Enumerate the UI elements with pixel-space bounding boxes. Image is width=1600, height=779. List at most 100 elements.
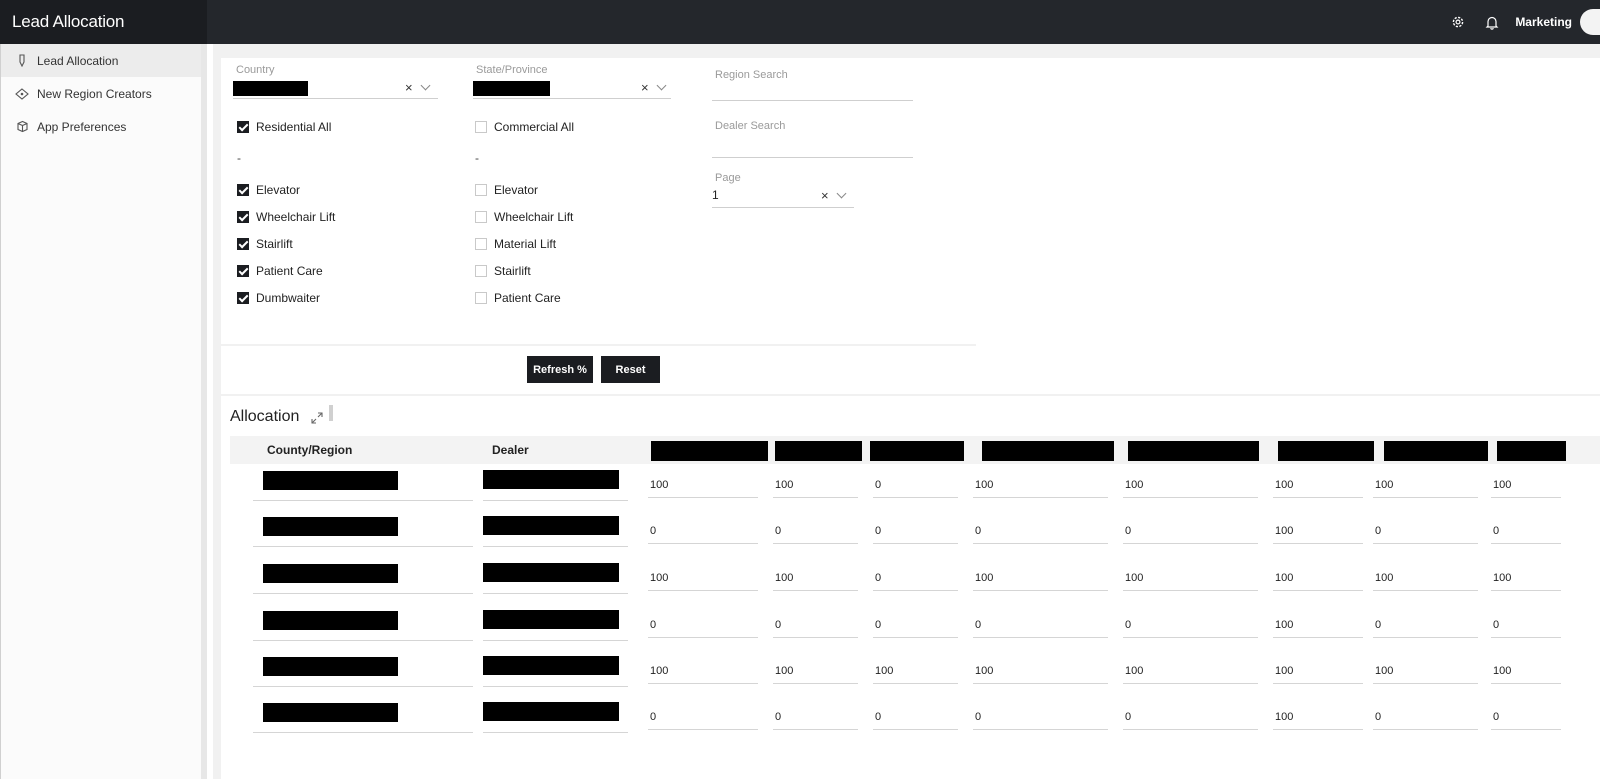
residential-stairlift-checkbox[interactable]: Stairlift bbox=[237, 237, 293, 251]
allocation-input[interactable]: 0 bbox=[1491, 700, 1561, 730]
country-select[interactable]: Country × bbox=[233, 64, 438, 99]
allocation-input[interactable]: 100 bbox=[973, 561, 1108, 591]
checkbox[interactable] bbox=[475, 184, 487, 196]
allocation-input[interactable]: 0 bbox=[1491, 608, 1561, 638]
close-icon[interactable]: × bbox=[641, 80, 649, 95]
region-cell[interactable] bbox=[253, 559, 473, 594]
checkbox[interactable] bbox=[475, 121, 487, 133]
column-header-dealer[interactable]: Dealer bbox=[492, 436, 529, 464]
chevron-down-icon[interactable] bbox=[836, 188, 847, 199]
close-icon[interactable]: × bbox=[405, 80, 413, 95]
column-header-redacted[interactable] bbox=[1384, 441, 1488, 461]
allocation-input[interactable]: 100 bbox=[1123, 654, 1258, 684]
allocation-input[interactable]: 0 bbox=[648, 514, 758, 544]
commercial-all-checkbox[interactable]: Commercial All bbox=[475, 120, 574, 134]
dealer-cell[interactable] bbox=[483, 559, 628, 594]
commercial-elevator-checkbox[interactable]: Elevator bbox=[475, 183, 538, 197]
checkbox[interactable] bbox=[237, 265, 249, 277]
region-search-input[interactable]: Region Search bbox=[712, 68, 913, 101]
allocation-input[interactable]: 0 bbox=[1123, 608, 1258, 638]
avatar[interactable] bbox=[1580, 9, 1600, 35]
commercial-stairlift-checkbox[interactable]: Stairlift bbox=[475, 264, 531, 278]
residential-elevator-checkbox[interactable]: Elevator bbox=[237, 183, 300, 197]
allocation-input[interactable]: 100 bbox=[1373, 654, 1478, 684]
region-cell[interactable] bbox=[253, 606, 473, 641]
residential-wheelchair-lift-checkbox[interactable]: Wheelchair Lift bbox=[237, 210, 335, 224]
allocation-input[interactable]: 100 bbox=[1273, 654, 1363, 684]
allocation-input[interactable]: 100 bbox=[1491, 561, 1561, 591]
residential-all-checkbox[interactable]: Residential All bbox=[237, 120, 331, 134]
commercial-patient-care-checkbox[interactable]: Patient Care bbox=[475, 291, 561, 305]
column-header-redacted[interactable] bbox=[1278, 441, 1374, 461]
column-header-redacted[interactable] bbox=[651, 441, 768, 461]
allocation-input[interactable]: 0 bbox=[648, 700, 758, 730]
user-name[interactable]: Marketing bbox=[1515, 15, 1572, 29]
resize-handle[interactable] bbox=[329, 405, 334, 421]
allocation-input[interactable]: 0 bbox=[1373, 608, 1478, 638]
allocation-input[interactable]: 100 bbox=[1273, 608, 1363, 638]
dealer-cell[interactable] bbox=[483, 466, 628, 501]
checkbox[interactable] bbox=[475, 211, 487, 223]
allocation-input[interactable]: 100 bbox=[773, 468, 858, 498]
checkbox[interactable] bbox=[475, 292, 487, 304]
allocation-input[interactable]: 100 bbox=[1123, 561, 1258, 591]
column-header-redacted[interactable] bbox=[775, 441, 862, 461]
column-header-region[interactable]: County/Region bbox=[267, 436, 352, 464]
allocation-input[interactable]: 0 bbox=[973, 514, 1108, 544]
bell-icon[interactable] bbox=[1475, 0, 1509, 44]
checkbox[interactable] bbox=[237, 292, 249, 304]
dealer-cell[interactable] bbox=[483, 698, 628, 733]
region-cell[interactable] bbox=[253, 698, 473, 733]
allocation-input[interactable]: 0 bbox=[773, 514, 858, 544]
region-cell[interactable] bbox=[253, 512, 473, 547]
allocation-input[interactable]: 0 bbox=[873, 561, 958, 591]
allocation-input[interactable]: 0 bbox=[1491, 514, 1561, 544]
dealer-search-input[interactable]: Dealer Search bbox=[712, 119, 913, 158]
allocation-input[interactable]: 100 bbox=[1123, 468, 1258, 498]
allocation-input[interactable]: 0 bbox=[873, 700, 958, 730]
allocation-input[interactable]: 100 bbox=[773, 654, 858, 684]
checkbox[interactable] bbox=[237, 184, 249, 196]
reset-button[interactable]: Reset bbox=[601, 356, 660, 383]
allocation-input[interactable]: 100 bbox=[873, 654, 958, 684]
sidebar-item-lead-allocation[interactable]: Lead Allocation bbox=[1, 44, 201, 77]
allocation-input[interactable]: 100 bbox=[1273, 561, 1363, 591]
allocation-input[interactable]: 100 bbox=[648, 468, 758, 498]
allocation-input[interactable]: 100 bbox=[1273, 700, 1363, 730]
allocation-input[interactable]: 100 bbox=[773, 561, 858, 591]
expand-icon[interactable] bbox=[311, 411, 323, 424]
allocation-input[interactable]: 100 bbox=[1273, 514, 1363, 544]
gear-icon[interactable] bbox=[1441, 0, 1475, 44]
allocation-input[interactable]: 0 bbox=[873, 468, 958, 498]
allocation-input[interactable]: 100 bbox=[973, 654, 1108, 684]
residential-dumbwaiter-checkbox[interactable]: Dumbwaiter bbox=[237, 291, 320, 305]
allocation-input[interactable]: 0 bbox=[773, 608, 858, 638]
checkbox[interactable] bbox=[475, 238, 487, 250]
allocation-input[interactable]: 0 bbox=[1373, 514, 1478, 544]
region-cell[interactable] bbox=[253, 466, 473, 501]
allocation-input[interactable]: 0 bbox=[1123, 700, 1258, 730]
allocation-input[interactable]: 100 bbox=[1273, 468, 1363, 498]
commercial-wheelchair-lift-checkbox[interactable]: Wheelchair Lift bbox=[475, 210, 573, 224]
column-header-redacted[interactable] bbox=[982, 441, 1114, 461]
allocation-input[interactable]: 0 bbox=[1123, 514, 1258, 544]
column-header-redacted[interactable] bbox=[1497, 441, 1566, 461]
chevron-down-icon[interactable] bbox=[420, 80, 431, 91]
allocation-input[interactable]: 100 bbox=[1373, 561, 1478, 591]
state-select[interactable]: State/Province × bbox=[473, 64, 671, 99]
allocation-input[interactable]: 0 bbox=[973, 700, 1108, 730]
allocation-input[interactable]: 0 bbox=[973, 608, 1108, 638]
allocation-input[interactable]: 100 bbox=[973, 468, 1108, 498]
checkbox[interactable] bbox=[237, 238, 249, 250]
allocation-input[interactable]: 100 bbox=[1491, 468, 1561, 498]
sidebar-item-app-preferences[interactable]: App Preferences bbox=[1, 110, 201, 143]
column-header-redacted[interactable] bbox=[1128, 441, 1259, 461]
allocation-input[interactable]: 0 bbox=[873, 608, 958, 638]
allocation-input[interactable]: 100 bbox=[1491, 654, 1561, 684]
checkbox[interactable] bbox=[237, 211, 249, 223]
page-select[interactable]: Page 1 × bbox=[712, 172, 854, 208]
dealer-cell[interactable] bbox=[483, 606, 628, 641]
allocation-input[interactable]: 0 bbox=[1373, 700, 1478, 730]
allocation-input[interactable]: 100 bbox=[648, 561, 758, 591]
chevron-down-icon[interactable] bbox=[656, 80, 667, 91]
